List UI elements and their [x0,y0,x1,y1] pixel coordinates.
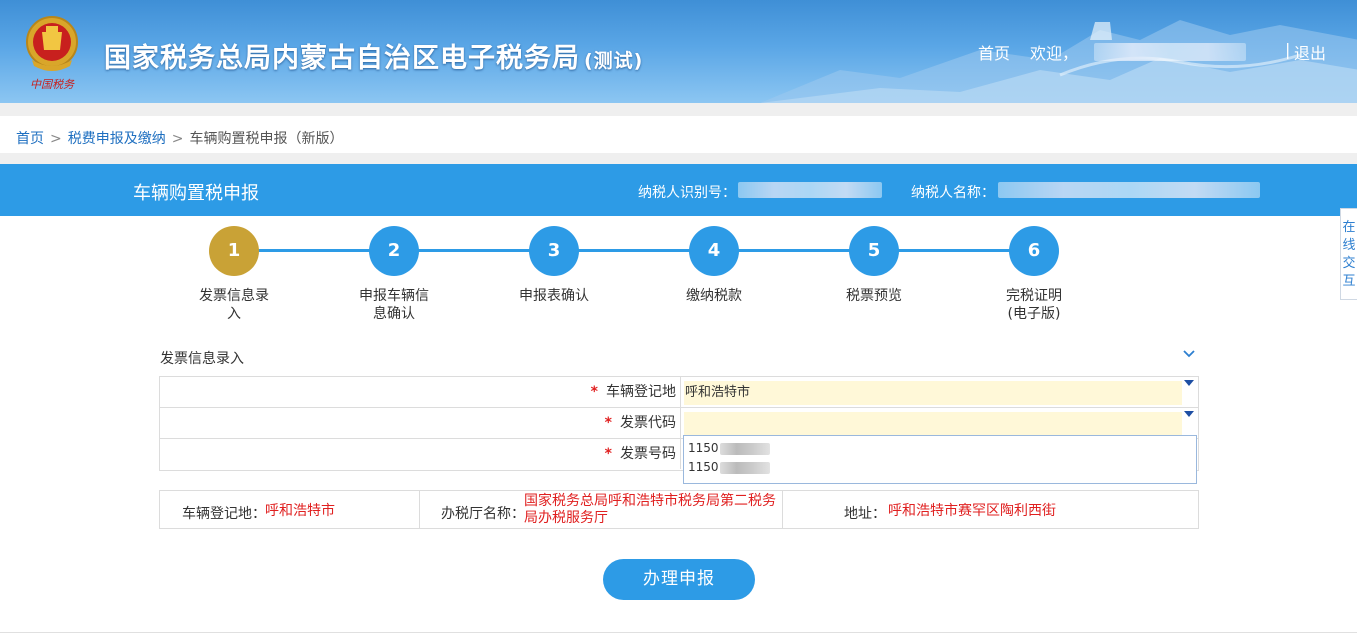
registration-label-text: 车辆登记地 [606,384,676,400]
registration-label: * 车辆登记地 [160,377,681,407]
breadcrumb-tax-filing[interactable]: 税费申报及缴纳 [68,131,166,147]
step-2-circle: 2 [369,226,419,276]
info-reg-value: 呼和浩特市 [265,503,335,519]
step-4-circle: 4 [689,226,739,276]
chevron-down-icon[interactable] [1182,348,1196,360]
dropdown-option[interactable]: 1150 [688,460,770,474]
welcome-text: 欢迎， [1030,44,1079,63]
breadcrumb-current: 车辆购置税申报（新版） [189,131,344,147]
dropdown-option-text: 1150 [688,441,719,455]
invoice-number-label: * 发票号码 [160,439,681,469]
breadcrumb-sep: > [50,131,62,147]
taxpayer-id-label: 纳税人识别号： [638,185,736,201]
svg-text:中国税务: 中国税务 [30,78,75,91]
step-1-circle: 1 [209,226,259,276]
invoice-number-label-text: 发票号码 [620,446,676,462]
registration-select[interactable]: 呼和浩特市 [684,381,1182,405]
invoice-code-dropdown: 1150 1150 [683,435,1197,484]
dropdown-option-text: 1150 [688,460,719,474]
redacted-digits [719,461,770,474]
step-1-label: 发票信息录入 [199,288,269,322]
taxpayer-name-redacted [998,182,1260,198]
test-badge: (测试) [584,50,644,72]
required-mark: * [604,446,612,462]
dropdown-arrow-icon[interactable] [1184,380,1194,386]
info-office-value-line2: 局办税服务厅 [524,510,608,526]
divider-strip [0,103,1357,116]
info-office-label: 办税厅名称： [441,506,525,522]
step-6-circle: 6 [1009,226,1059,276]
taxpayer-id-redacted [738,182,882,198]
tax-office-info: 车辆登记地： 呼和浩特市 办税厅名称： 国家税务总局呼和浩特市税务局第二税务 局… [159,490,1199,529]
footer-divider [0,632,1357,633]
step-6-label: 完税证明(电子版) [1006,288,1062,322]
taxpayer-name-label: 纳税人名称： [911,185,995,201]
invoice-code-input[interactable] [684,412,1182,436]
invoice-code-label: * 发票代码 [160,408,681,438]
section-title: 发票信息录入 [160,351,244,367]
submit-declaration-button[interactable]: 办理申报 [603,559,755,600]
step-4-label: 缴纳税款 [686,288,742,304]
site-title-text: 国家税务总局内蒙古自治区电子税务局 [104,43,580,74]
dropdown-option[interactable]: 1150 [688,441,770,455]
site-title: 国家税务总局内蒙古自治区电子税务局 (测试) [104,36,643,75]
required-mark: * [604,415,612,431]
divider-strip [0,153,1357,164]
info-reg-label: 车辆登记地： [182,506,266,522]
link-separator: | [1285,40,1291,59]
online-chat-tab[interactable]: 在线交互 [1340,208,1357,300]
breadcrumb: 首页 > 税费申报及缴纳 > 车辆购置税申报（新版） [16,128,343,148]
page-title: 车辆购置税申报 [133,183,259,204]
invoice-code-label-text: 发票代码 [620,415,676,431]
info-addr-label: 地址： [844,506,886,522]
breadcrumb-home[interactable]: 首页 [16,131,44,147]
step-5-label: 税票预览 [846,288,902,304]
required-mark: * [590,384,598,400]
step-2-label: 申报车辆信息确认 [359,288,429,322]
tax-emblem-icon: 中国税务 [26,16,78,91]
info-addr-value: 呼和浩特市赛罕区陶利西街 [888,503,1056,519]
home-link[interactable]: 首页 [978,40,1010,64]
form-row-registration: * 车辆登记地 呼和浩特市 [160,377,1198,408]
step-5-circle: 5 [849,226,899,276]
redacted-digits [719,442,770,455]
dropdown-arrow-icon[interactable] [1184,411,1194,417]
site-header: 中国税务 国家税务总局内蒙古自治区电子税务局 (测试) 首页 欢迎， | 退出 [0,0,1357,103]
step-3-circle: 3 [529,226,579,276]
info-divider [419,491,420,528]
step-progress-line [234,249,1034,252]
breadcrumb-sep: > [171,131,184,147]
step-3-label: 申报表确认 [519,288,589,304]
page-title-bar: 车辆购置税申报 纳税人识别号： 纳税人名称： [0,164,1357,216]
logout-link[interactable]: 退出 [1294,40,1326,64]
info-office-value-line1: 国家税务总局呼和浩特市税务局第二税务 [524,493,776,509]
info-divider [782,491,783,528]
